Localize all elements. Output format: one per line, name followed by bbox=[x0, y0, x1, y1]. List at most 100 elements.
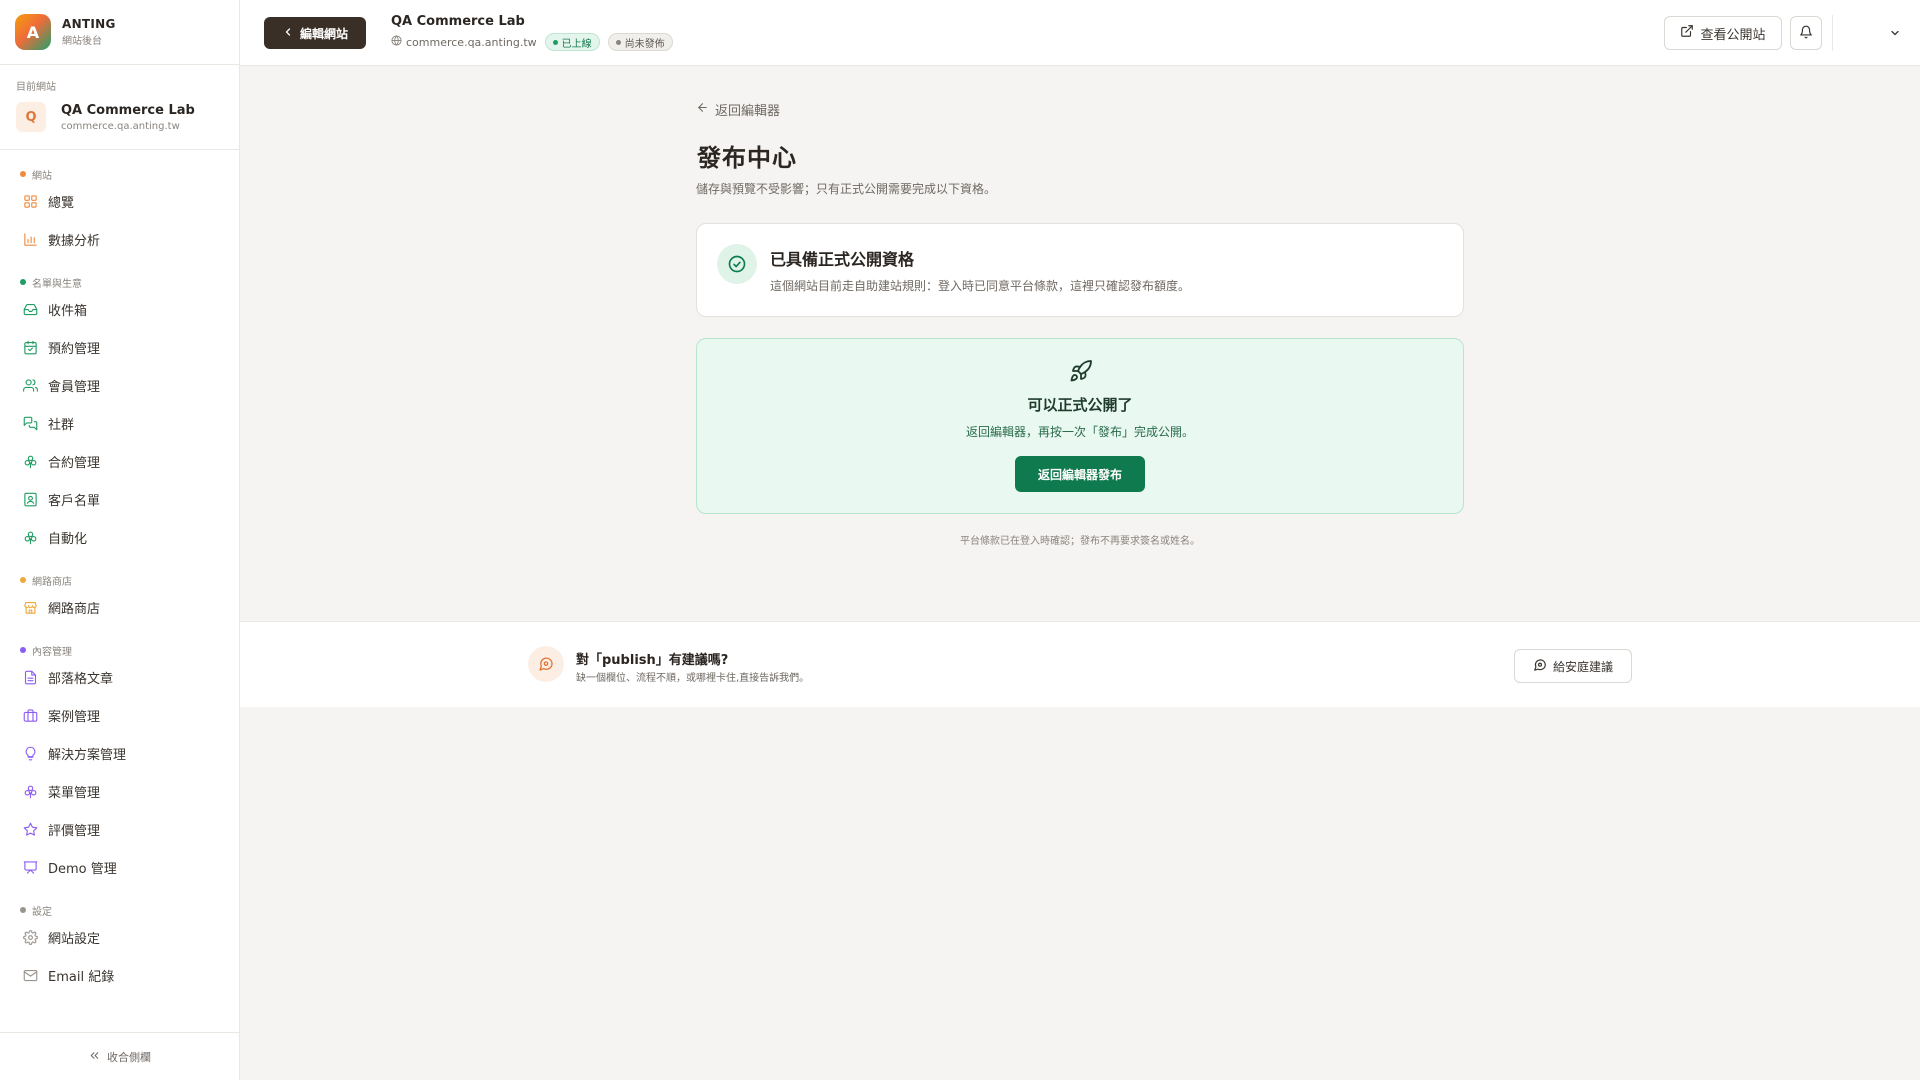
edit-site-label: 編輯網站 bbox=[299, 26, 348, 41]
nav-section-header: 內容管理 bbox=[0, 642, 239, 658]
sidebar-item[interactable]: 預約管理 bbox=[0, 328, 239, 366]
user-menu-toggle[interactable] bbox=[1880, 18, 1910, 48]
view-public-label: 查看公開站 bbox=[1700, 27, 1766, 43]
nav-section-label: 網站 bbox=[32, 170, 52, 182]
sidebar-item[interactable]: Demo 管理 bbox=[0, 848, 239, 886]
brand-name: ANTING bbox=[62, 17, 116, 31]
section-dot bbox=[20, 907, 26, 913]
topbar-divider bbox=[1832, 15, 1833, 51]
notifications-button[interactable] bbox=[1790, 16, 1822, 50]
status-badge-unpublished: 尚未發佈 bbox=[607, 33, 673, 51]
view-public-site-button[interactable]: 查看公開站 bbox=[1664, 16, 1782, 50]
sidebar: A ANTING 網站後台 目前網站 Q QA Commerce Lab com… bbox=[0, 0, 240, 1080]
clover-icon bbox=[22, 783, 38, 799]
brand-logo[interactable]: A bbox=[15, 14, 51, 50]
sidebar-nav: 網站總覽數據分析名單與生意收件箱預約管理會員管理社群合約管理客戶名單自動化網路商… bbox=[0, 166, 239, 994]
brand: A ANTING 網站後台 bbox=[0, 0, 239, 65]
sidebar-item-label: 收件箱 bbox=[48, 303, 88, 319]
lightbulb-icon bbox=[22, 745, 38, 761]
section-dot bbox=[20, 647, 26, 653]
bar-chart-icon bbox=[22, 231, 38, 247]
sidebar-item-label: Email 紀錄 bbox=[48, 969, 115, 985]
sidebar-item[interactable]: 部落格文章 bbox=[0, 658, 239, 696]
inbox-icon bbox=[22, 301, 38, 317]
ready-description: 返回編輯器，再按一次「發布」完成公開。 bbox=[965, 425, 1194, 439]
contact-icon bbox=[22, 491, 38, 507]
sidebar-item[interactable]: 自動化 bbox=[0, 518, 239, 556]
sidebar-item-label: Demo 管理 bbox=[48, 861, 117, 877]
sidebar-item[interactable]: 解決方案管理 bbox=[0, 734, 239, 772]
sidebar-item[interactable]: 評價管理 bbox=[0, 810, 239, 848]
page-title: 發布中心 bbox=[697, 144, 797, 172]
send-feedback-label: 給安庭建議 bbox=[1552, 659, 1613, 674]
current-site-label: 目前網站 bbox=[16, 82, 56, 93]
ready-title: 可以正式公開了 bbox=[1027, 396, 1133, 414]
sidebar-item[interactable]: Email 紀錄 bbox=[0, 956, 239, 994]
briefcase-icon bbox=[22, 707, 38, 723]
sidebar-item[interactable]: 客戶名單 bbox=[0, 480, 239, 518]
nav-section-header: 網站 bbox=[0, 166, 239, 182]
chevrons-left-icon bbox=[88, 1049, 107, 1065]
current-site-switcher[interactable]: Q QA Commerce Lab commerce.qa.anting.tw bbox=[16, 102, 223, 132]
feedback-band: 對「publish」有建議嗎? 缺一個欄位、流程不順，或哪裡卡住,直接告訴我們。… bbox=[240, 621, 1920, 707]
eligibility-card: 已具備正式公開資格 這個網站目前走自助建站規則：登入時已同意平台條款，這裡只確認… bbox=[696, 223, 1464, 317]
star-icon bbox=[22, 821, 38, 837]
sidebar-item-label: 客戶名單 bbox=[48, 493, 101, 509]
top-site-name: QA Commerce Lab bbox=[391, 14, 525, 29]
sidebar-item-label: 菜單管理 bbox=[48, 785, 101, 801]
sidebar-item[interactable]: 網路商店 bbox=[0, 588, 239, 626]
nav-section-label: 名單與生意 bbox=[32, 278, 82, 290]
site-name: QA Commerce Lab bbox=[61, 102, 195, 118]
topbar: 編輯網站 QA Commerce Lab commerce.qa.anting.… bbox=[240, 0, 1920, 66]
sidebar-item-label: 網站設定 bbox=[48, 931, 101, 947]
chevron-down-icon bbox=[1889, 24, 1901, 43]
feedback-description: 缺一個欄位、流程不順，或哪裡卡住,直接告訴我們。 bbox=[576, 673, 810, 684]
sidebar-item[interactable]: 案例管理 bbox=[0, 696, 239, 734]
sidebar-item-label: 總覽 bbox=[48, 195, 75, 211]
section-dot bbox=[20, 577, 26, 583]
edit-site-button[interactable]: 編輯網站 bbox=[264, 17, 366, 49]
feedback-icon bbox=[528, 646, 564, 682]
brand-subtitle: 網站後台 bbox=[62, 36, 102, 47]
message-circle-icon bbox=[1533, 658, 1553, 675]
clover-icon bbox=[22, 453, 38, 469]
bell-icon bbox=[1799, 24, 1813, 43]
presentation-icon bbox=[22, 859, 38, 875]
sidebar-item-label: 評價管理 bbox=[48, 823, 101, 839]
back-to-editor-label: 返回編輯器 bbox=[715, 104, 781, 119]
section-dot bbox=[20, 171, 26, 177]
sidebar-item-label: 解決方案管理 bbox=[48, 747, 127, 763]
mail-icon bbox=[22, 967, 38, 983]
current-site-block: 目前網站 Q QA Commerce Lab commerce.qa.antin… bbox=[0, 65, 239, 150]
gear-icon bbox=[22, 929, 38, 945]
sidebar-item-label: 自動化 bbox=[48, 531, 88, 547]
sidebar-item[interactable]: 數據分析 bbox=[0, 220, 239, 258]
site-domain: commerce.qa.anting.tw bbox=[61, 120, 180, 132]
check-circle-icon bbox=[717, 244, 757, 284]
back-to-editor-link[interactable]: 返回編輯器 bbox=[696, 100, 780, 119]
sidebar-item[interactable]: 會員管理 bbox=[0, 366, 239, 404]
site-avatar: Q bbox=[16, 102, 46, 132]
publish-from-editor-button[interactable]: 返回編輯器發布 bbox=[1015, 456, 1145, 492]
terms-footnote: 平台條款已在登入時確認；發布不再要求簽名或姓名。 bbox=[960, 536, 1200, 547]
rocket-icon bbox=[1069, 359, 1093, 383]
clover-icon bbox=[22, 529, 38, 545]
eligibility-description: 這個網站目前走自助建站規則：登入時已同意平台條款，這裡只確認發布額度。 bbox=[770, 279, 1191, 293]
sidebar-item[interactable]: 菜單管理 bbox=[0, 772, 239, 810]
sidebar-item-label: 社群 bbox=[48, 417, 75, 433]
top-site-domain: commerce.qa.anting.tw bbox=[406, 35, 537, 49]
sidebar-item[interactable]: 社群 bbox=[0, 404, 239, 442]
send-feedback-button[interactable]: 給安庭建議 bbox=[1514, 649, 1632, 683]
globe-icon bbox=[391, 35, 406, 49]
section-dot bbox=[20, 279, 26, 285]
calendar-icon bbox=[22, 339, 38, 355]
sidebar-item-label: 會員管理 bbox=[48, 379, 101, 395]
top-site-info: QA Commerce Lab commerce.qa.anting.tw 已上… bbox=[391, 14, 673, 51]
sidebar-item[interactable]: 總覽 bbox=[0, 182, 239, 220]
sidebar-item[interactable]: 收件箱 bbox=[0, 290, 239, 328]
sidebar-item[interactable]: 合約管理 bbox=[0, 442, 239, 480]
collapse-sidebar-button[interactable]: 收合側欄 bbox=[0, 1032, 239, 1080]
sidebar-item[interactable]: 網站設定 bbox=[0, 918, 239, 956]
sidebar-item-label: 案例管理 bbox=[48, 709, 101, 725]
sidebar-item-label: 合約管理 bbox=[48, 455, 101, 471]
